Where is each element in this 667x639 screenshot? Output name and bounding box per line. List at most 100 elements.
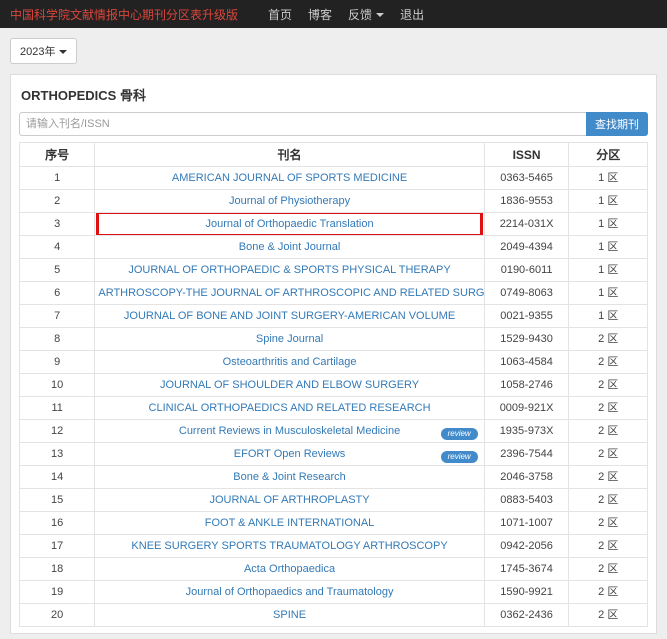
table-row: 19 Journal of Orthopaedics and Traumatol… xyxy=(20,581,648,604)
zone-value: 2 区 xyxy=(569,397,648,420)
year-dropdown-label: 2023年 xyxy=(20,46,55,58)
journal-link[interactable]: Bone & Joint Research xyxy=(233,471,346,483)
row-number: 2 xyxy=(20,190,95,213)
journal-link[interactable]: Osteoarthritis and Cartilage xyxy=(223,356,357,368)
table-row: 3 Journal of Orthopaedic Translation 221… xyxy=(20,213,648,236)
zone-value: 2 区 xyxy=(569,489,648,512)
main-panel: ORTHOPEDICS 骨科 查找期刊 序号 刊名 ISSN 分区 1 AMER… xyxy=(10,74,657,634)
table-row: 16 FOOT & ANKLE INTERNATIONAL 1071-1007 … xyxy=(20,512,648,535)
table-row: 10 JOURNAL OF SHOULDER AND ELBOW SURGERY… xyxy=(20,374,648,397)
review-badge: review xyxy=(441,428,478,440)
journal-name-cell: Acta Orthopaedica xyxy=(95,558,484,581)
issn-value: 2049-4394 xyxy=(484,236,569,259)
column-header-no: 序号 xyxy=(20,143,95,167)
chevron-down-icon xyxy=(59,50,67,54)
top-navbar: 中国科学院文献情报中心期刊分区表升级版 首页 博客 反馈 退出 xyxy=(0,0,667,28)
journal-name-cell: JOURNAL OF BONE AND JOINT SURGERY-AMERIC… xyxy=(95,305,484,328)
row-number: 1 xyxy=(20,167,95,190)
table-row: 2 Journal of Physiotherapy 1836-9553 1 区 xyxy=(20,190,648,213)
journal-link[interactable]: SPINE xyxy=(273,609,306,621)
journal-name-cell: JOURNAL OF SHOULDER AND ELBOW SURGERY xyxy=(95,374,484,397)
zone-value: 2 区 xyxy=(569,558,648,581)
issn-value: 0363-5465 xyxy=(484,167,569,190)
journal-name-cell: KNEE SURGERY SPORTS TRAUMATOLOGY ARTHROS… xyxy=(95,535,484,558)
nav-item-blog[interactable]: 博客 xyxy=(308,6,332,23)
journal-name-cell: AMERICAN JOURNAL OF SPORTS MEDICINE xyxy=(95,167,484,190)
zone-value: 2 区 xyxy=(569,466,648,489)
issn-value: 1590-9921 xyxy=(484,581,569,604)
journal-link[interactable]: AMERICAN JOURNAL OF SPORTS MEDICINE xyxy=(172,172,407,184)
issn-value: 2396-7544 xyxy=(484,443,569,466)
row-number: 20 xyxy=(20,604,95,627)
table-row: 8 Spine Journal 1529-9430 2 区 xyxy=(20,328,648,351)
issn-value: 0362-2436 xyxy=(484,604,569,627)
row-number: 15 xyxy=(20,489,95,512)
table-row: 4 Bone & Joint Journal 2049-4394 1 区 xyxy=(20,236,648,259)
issn-value: 1063-4584 xyxy=(484,351,569,374)
issn-value: 1836-9553 xyxy=(484,190,569,213)
nav-item-home[interactable]: 首页 xyxy=(268,6,292,23)
site-brand-link[interactable]: 中国科学院文献情报中心期刊分区表升级版 xyxy=(10,6,238,23)
zone-value: 2 区 xyxy=(569,328,648,351)
journal-name-cell: Osteoarthritis and Cartilage xyxy=(95,351,484,374)
row-number: 9 xyxy=(20,351,95,374)
journal-link[interactable]: Journal of Physiotherapy xyxy=(229,195,350,207)
journal-link[interactable]: Journal of Orthopaedic Translation xyxy=(205,218,373,230)
search-button[interactable]: 查找期刊 xyxy=(586,112,648,136)
journal-link[interactable]: KNEE SURGERY SPORTS TRAUMATOLOGY ARTHROS… xyxy=(131,540,447,552)
nav-item-logout[interactable]: 退出 xyxy=(400,6,424,23)
table-row: 13 EFORT Open Reviews review 2396-7544 2… xyxy=(20,443,648,466)
journal-name-cell: FOOT & ANKLE INTERNATIONAL xyxy=(95,512,484,535)
issn-value: 2214-031X xyxy=(484,213,569,236)
journal-link[interactable]: JOURNAL OF BONE AND JOINT SURGERY-AMERIC… xyxy=(124,310,455,322)
journal-link[interactable]: JOURNAL OF ORTHOPAEDIC & SPORTS PHYSICAL… xyxy=(128,264,450,276)
journal-link[interactable]: Spine Journal xyxy=(256,333,323,345)
issn-value: 1935-973X xyxy=(484,420,569,443)
search-bar: 查找期刊 xyxy=(19,112,648,136)
journal-name-cell: JOURNAL OF ORTHOPAEDIC & SPORTS PHYSICAL… xyxy=(95,259,484,282)
journal-name-cell: Bone & Joint Journal xyxy=(95,236,484,259)
table-row: 15 JOURNAL OF ARTHROPLASTY 0883-5403 2 区 xyxy=(20,489,648,512)
column-header-issn: ISSN xyxy=(484,143,569,167)
journal-name-cell: Spine Journal xyxy=(95,328,484,351)
row-number: 3 xyxy=(20,213,95,236)
journal-link[interactable]: Current Reviews in Musculoskeletal Medic… xyxy=(179,425,400,437)
journal-name-cell: Journal of Physiotherapy xyxy=(95,190,484,213)
zone-value: 1 区 xyxy=(569,236,648,259)
zone-value: 1 区 xyxy=(569,213,648,236)
journal-name-cell: SPINE xyxy=(95,604,484,627)
journal-link[interactable]: ARTHROSCOPY-THE JOURNAL OF ARTHROSCOPIC … xyxy=(98,287,484,299)
journal-link[interactable]: FOOT & ANKLE INTERNATIONAL xyxy=(205,517,375,529)
nav-item-feedback[interactable]: 反馈 xyxy=(348,6,384,23)
table-row: 7 JOURNAL OF BONE AND JOINT SURGERY-AMER… xyxy=(20,305,648,328)
table-row: 18 Acta Orthopaedica 1745-3674 2 区 xyxy=(20,558,648,581)
issn-value: 0009-921X xyxy=(484,397,569,420)
issn-value: 1529-9430 xyxy=(484,328,569,351)
row-number: 8 xyxy=(20,328,95,351)
journal-link[interactable]: JOURNAL OF ARTHROPLASTY xyxy=(209,494,369,506)
journal-name-cell: Journal of Orthopaedic Translation xyxy=(95,213,484,236)
journal-link[interactable]: JOURNAL OF SHOULDER AND ELBOW SURGERY xyxy=(160,379,419,391)
year-dropdown-button[interactable]: 2023年 xyxy=(10,38,77,64)
row-number: 11 xyxy=(20,397,95,420)
row-number: 13 xyxy=(20,443,95,466)
zone-value: 1 区 xyxy=(569,167,648,190)
zone-value: 2 区 xyxy=(569,420,648,443)
journal-table: 序号 刊名 ISSN 分区 1 AMERICAN JOURNAL OF SPOR… xyxy=(19,142,648,627)
journal-link[interactable]: CLINICAL ORTHOPAEDICS AND RELATED RESEAR… xyxy=(149,402,431,414)
journal-link[interactable]: Journal of Orthopaedics and Traumatology xyxy=(186,586,394,598)
row-number: 18 xyxy=(20,558,95,581)
table-row: 14 Bone & Joint Research 2046-3758 2 区 xyxy=(20,466,648,489)
zone-value: 2 区 xyxy=(569,581,648,604)
journal-name-cell: Bone & Joint Research xyxy=(95,466,484,489)
journal-link[interactable]: EFORT Open Reviews xyxy=(234,448,345,460)
journal-name-cell: Journal of Orthopaedics and Traumatology xyxy=(95,581,484,604)
issn-value: 0190-6011 xyxy=(484,259,569,282)
journal-link[interactable]: Acta Orthopaedica xyxy=(244,563,335,575)
journal-name-cell: Current Reviews in Musculoskeletal Medic… xyxy=(95,420,484,443)
table-row: 1 AMERICAN JOURNAL OF SPORTS MEDICINE 03… xyxy=(20,167,648,190)
table-header-row: 序号 刊名 ISSN 分区 xyxy=(20,143,648,167)
review-badge: review xyxy=(441,451,478,463)
search-input[interactable] xyxy=(19,112,586,136)
journal-link[interactable]: Bone & Joint Journal xyxy=(239,241,341,253)
